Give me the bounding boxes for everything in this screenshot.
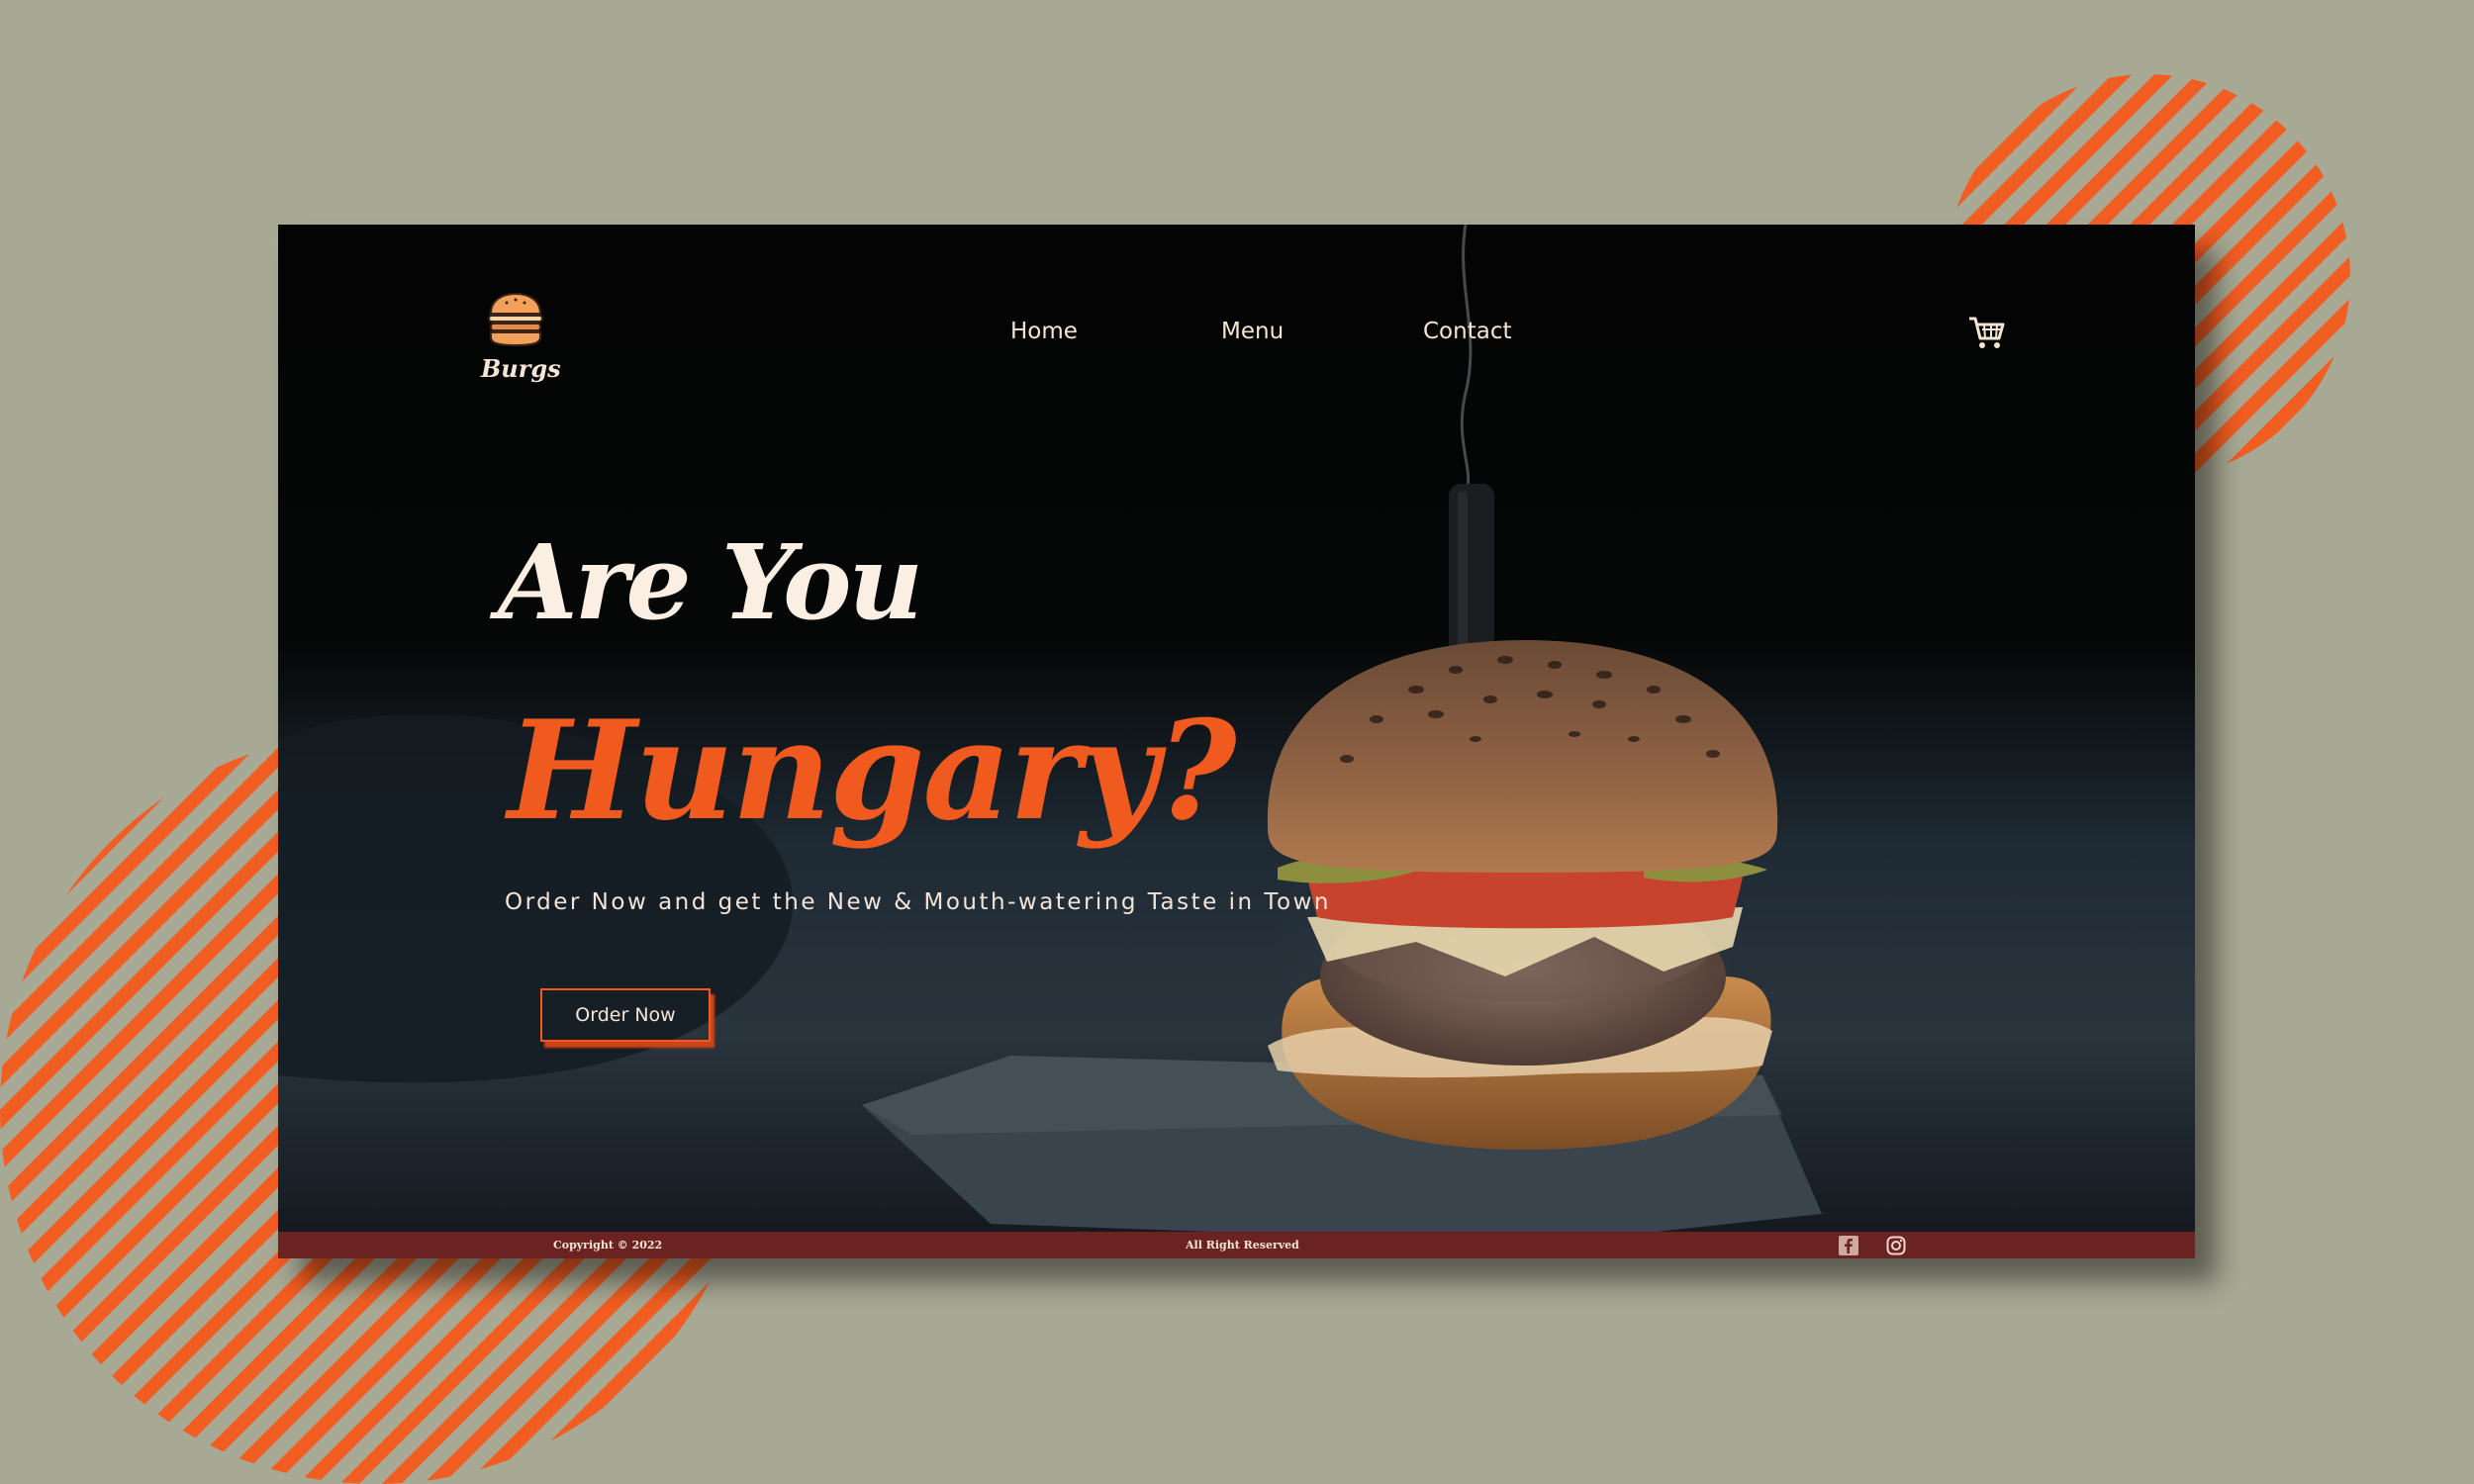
- nav-contact[interactable]: Contact: [1423, 319, 1511, 344]
- brand-name: Burgs: [481, 354, 561, 383]
- instagram-icon[interactable]: [1886, 1236, 1906, 1255]
- website-mockup: Burgs Home Menu Contact Are You Hungary?…: [278, 225, 2195, 1258]
- facebook-icon[interactable]: [1839, 1236, 1858, 1255]
- footer: Copyright © 2022 All Right Reserved: [278, 1232, 2195, 1258]
- order-now-button[interactable]: Order Now: [540, 988, 711, 1042]
- cart-button[interactable]: [1966, 313, 2006, 357]
- hero-title-line2: Hungary?: [508, 690, 1237, 851]
- main-nav: Home Menu Contact: [278, 319, 2195, 358]
- footer-copyright: Copyright © 2022: [553, 1239, 663, 1252]
- nav-menu[interactable]: Menu: [1221, 319, 1284, 344]
- nav-home[interactable]: Home: [1010, 319, 1078, 344]
- hero-title-line1: Are You: [498, 521, 923, 643]
- cart-icon: [1969, 317, 2005, 348]
- footer-rights: All Right Reserved: [1186, 1239, 1299, 1252]
- hero-subtitle: Order Now and get the New & Mouth-wateri…: [505, 889, 1331, 915]
